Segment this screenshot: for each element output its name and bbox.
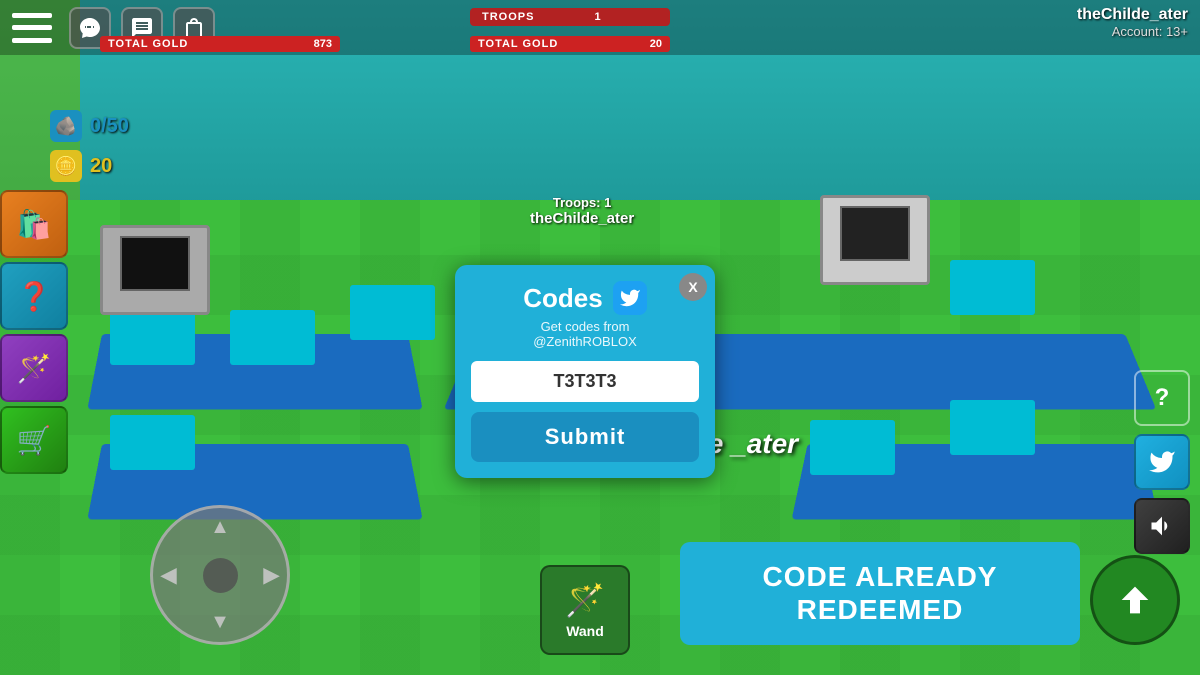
gold-icon: 🪙 — [50, 150, 82, 182]
resource-counter: 🪨 0/50 🪙 20 — [50, 110, 129, 182]
modal-title: Codes — [523, 283, 602, 314]
gold-bar-right-container: TOTAL GOLD 20 — [470, 36, 670, 52]
dpad-right-arrow[interactable]: ▶ — [264, 563, 279, 588]
teal-pad-8 — [810, 420, 895, 475]
codes-modal: X Codes Get codes from @ZenithROBLOX Sub… — [455, 265, 715, 478]
gold-label-left: TOTAL GOLD — [108, 38, 188, 50]
cart-button[interactable]: 🛒 — [0, 406, 68, 474]
gems-icon: 🪨 — [50, 110, 82, 142]
dpad-circle[interactable]: ▲ ▼ ◀ ▶ — [150, 505, 290, 645]
hamburger-menu[interactable] — [12, 13, 52, 43]
code-redeemed-notification: CODE ALREADYREDEEMED — [680, 542, 1080, 645]
code-input-field[interactable] — [471, 361, 699, 402]
gold-value-left: 873 — [314, 38, 332, 50]
modal-header: X Codes — [471, 281, 699, 315]
twitter-icon-right — [1148, 448, 1176, 476]
wand-label: Wand — [566, 623, 604, 639]
gold-item: 🪙 20 — [50, 150, 129, 182]
computer-right — [820, 195, 930, 285]
magic-button[interactable]: 🪄 — [0, 334, 68, 402]
gems-value: 0/50 — [90, 115, 129, 138]
wand-icon: 🪄 — [565, 581, 605, 619]
teal-pad-7 — [110, 415, 195, 470]
troops-label-bar: TROOPS — [482, 11, 534, 23]
left-sidebar: 🛍️ ❓ 🪄 🛒 — [0, 190, 68, 474]
player-name-label: theChilde_ater — [530, 210, 634, 227]
chat-icon — [78, 16, 102, 40]
teal-pad-3 — [350, 285, 435, 340]
right-sidebar: ? — [1134, 370, 1190, 554]
sound-button[interactable] — [1134, 498, 1190, 554]
code-redeemed-text: CODE ALREADYREDEEMED — [763, 560, 998, 627]
gold-coins-value: 20 — [90, 155, 112, 178]
teal-pad-2 — [230, 310, 315, 365]
hamburger-line-3 — [12, 38, 52, 43]
dpad-down-arrow[interactable]: ▼ — [210, 611, 230, 634]
player-label: Troops: 1 theChilde_ater — [530, 195, 634, 227]
gold-label-right: TOTAL GOLD — [478, 38, 558, 50]
dpad-up-arrow[interactable]: ▲ — [210, 516, 230, 539]
shop-button[interactable]: 🛍️ — [0, 190, 68, 258]
up-arrow-button[interactable] — [1090, 555, 1180, 645]
troops-value: 1 — [594, 11, 600, 23]
wand-button[interactable]: 🪄 Wand — [540, 565, 630, 655]
hamburger-line-2 — [12, 25, 52, 30]
modal-subtitle: Get codes from @ZenithROBLOX — [471, 319, 699, 349]
gems-item: 🪨 0/50 — [50, 110, 129, 142]
teal-pad-1 — [110, 310, 195, 365]
modal-close-button[interactable]: X — [679, 273, 707, 301]
troops-bar-container: TROOPS 1 — [470, 8, 670, 26]
question-button[interactable]: ? — [1134, 370, 1190, 426]
computer-left — [100, 225, 210, 315]
modal-twitter-button[interactable] — [613, 281, 647, 315]
dpad-left-arrow[interactable]: ◀ — [161, 563, 176, 588]
account-info: Account: 13+ — [1077, 24, 1188, 39]
submit-button[interactable]: Submit — [471, 412, 699, 462]
hamburger-line-1 — [12, 13, 52, 18]
dpad-center — [203, 558, 238, 593]
username-display: theChilde_ater Account: 13+ — [1077, 6, 1188, 39]
up-arrow-icon — [1115, 580, 1155, 620]
troops-label: Troops: 1 — [530, 195, 634, 210]
dpad-control[interactable]: ▲ ▼ ◀ ▶ — [150, 505, 290, 645]
teal-pad-5 — [950, 260, 1035, 315]
gold-bar-left-container: TOTAL GOLD 873 — [100, 36, 340, 52]
computer-screen-right — [840, 206, 910, 261]
sound-icon — [1148, 512, 1176, 540]
help-button[interactable]: ❓ — [0, 262, 68, 330]
twitter-icon-modal — [619, 287, 641, 309]
gold-value-right: 20 — [650, 38, 662, 50]
computer-screen-left — [120, 236, 190, 291]
teal-pad-9 — [950, 400, 1035, 455]
username-text: theChilde_ater — [1077, 6, 1188, 24]
twitter-button-right[interactable] — [1134, 434, 1190, 490]
